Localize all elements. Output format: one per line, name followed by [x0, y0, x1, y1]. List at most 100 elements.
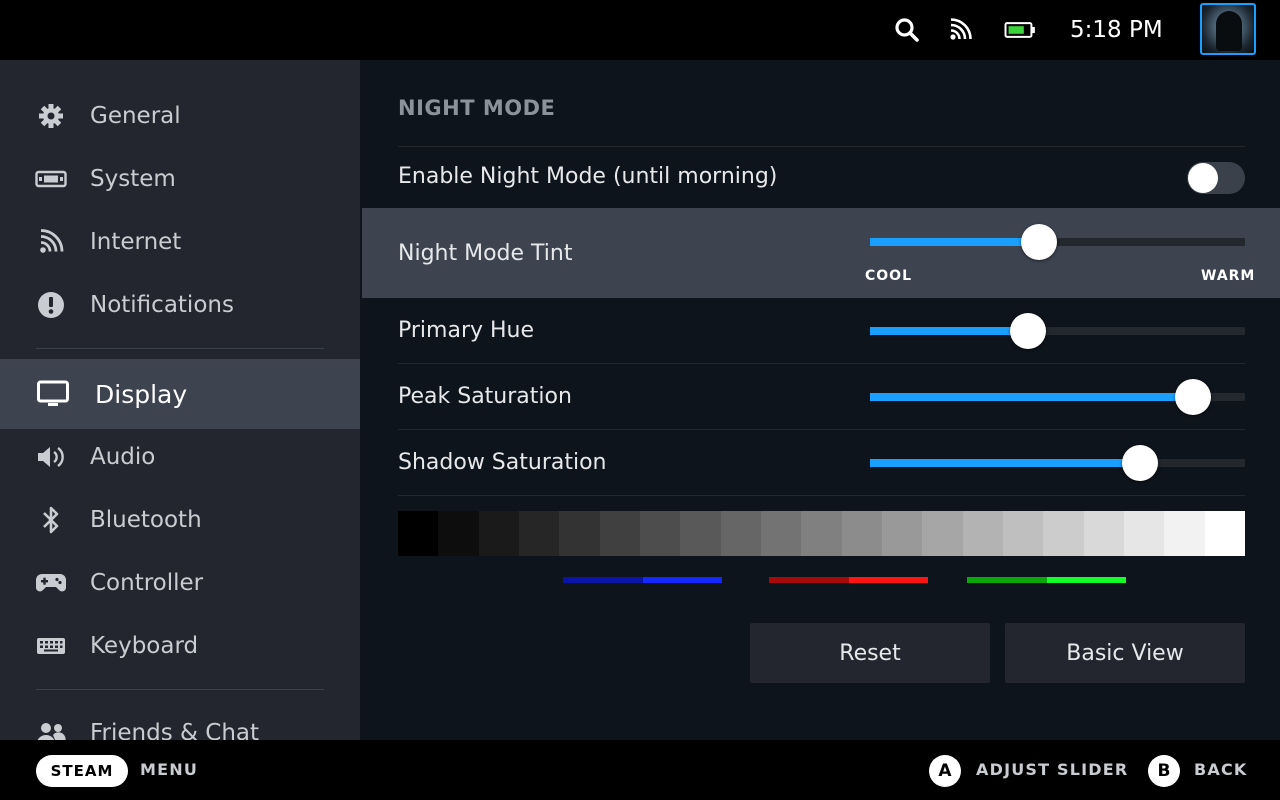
sidebar-item-label: Display — [95, 379, 188, 409]
gray-step — [881, 511, 923, 556]
wifi-icon — [944, 14, 976, 46]
bluetooth-icon — [34, 503, 68, 537]
tint-warm-label: WARM — [1201, 268, 1256, 284]
gray-step — [720, 511, 761, 556]
status-bar: 5:18 PM — [0, 0, 1280, 60]
sidebar-item-label: Controller — [90, 569, 204, 596]
gray-step — [962, 511, 1003, 556]
menu-hint-label: MENU — [140, 760, 199, 779]
sidebar-divider — [36, 689, 324, 690]
basic-view-button[interactable]: Basic View — [1005, 623, 1245, 683]
blue-test-bar — [563, 577, 722, 583]
gray-step — [922, 511, 963, 556]
slider-fill — [870, 238, 1039, 246]
settings-sidebar: General System Internet Notifications Di… — [0, 60, 360, 740]
gray-step — [518, 511, 560, 556]
sidebar-item-label: Bluetooth — [90, 506, 202, 533]
sidebar-item-friends-chat[interactable]: Friends & Chat — [0, 701, 360, 740]
sidebar-item-label: Friends & Chat — [90, 719, 260, 741]
slider-thumb[interactable] — [1020, 224, 1057, 260]
friends-icon — [34, 716, 68, 740]
enable-night-mode-toggle[interactable] — [1187, 162, 1245, 194]
grayscale-test-ramp — [398, 511, 1245, 556]
gray-step — [760, 511, 802, 556]
section-title: NIGHT MODE — [398, 96, 556, 120]
gray-step — [1123, 511, 1165, 556]
enable-night-mode-label: Enable Night Mode (until morning) — [398, 164, 778, 189]
divider — [398, 429, 1245, 430]
tint-cool-label: COOL — [865, 268, 912, 284]
green-bright-swatch — [1046, 577, 1126, 583]
adjust-slider-hint: ADJUST SLIDER — [976, 760, 1129, 779]
gray-step — [680, 511, 721, 556]
gear-icon — [34, 99, 68, 133]
a-button-glyph: A — [929, 755, 961, 787]
sidebar-item-label: Internet — [90, 228, 182, 255]
bottom-hint-bar: STEAM MENU A ADJUST SLIDER B BACK — [0, 740, 1280, 800]
sidebar-divider — [36, 348, 324, 349]
slider-thumb[interactable] — [1009, 313, 1046, 349]
slider-fill — [870, 327, 1028, 335]
speaker-icon — [34, 440, 68, 474]
avatar[interactable] — [1200, 3, 1256, 55]
sidebar-item-bluetooth[interactable]: Bluetooth — [0, 488, 360, 551]
sidebar-item-label: Audio — [90, 443, 156, 470]
display-settings-panel: NIGHT MODE Enable Night Mode (until morn… — [360, 60, 1280, 740]
gray-step — [841, 511, 882, 556]
divider — [398, 495, 1245, 496]
toggle-knob — [1188, 163, 1218, 193]
shadow-saturation-label: Shadow Saturation — [398, 450, 607, 475]
slider-fill — [870, 393, 1193, 401]
slider-thumb[interactable] — [1122, 445, 1158, 481]
sidebar-item-label: Notifications — [90, 291, 234, 318]
divider — [398, 146, 1245, 147]
slider-fill — [870, 459, 1140, 467]
keyboard-icon — [34, 629, 68, 663]
gray-step — [1164, 511, 1205, 556]
red-test-bar — [769, 577, 928, 583]
gray-step — [438, 511, 479, 556]
gray-step — [559, 511, 600, 556]
back-hint[interactable]: BACK — [1194, 760, 1248, 779]
sidebar-item-notifications[interactable]: Notifications — [0, 273, 360, 336]
sidebar-item-label: System — [90, 165, 176, 192]
search-icon[interactable] — [891, 14, 923, 46]
green-test-bar — [967, 577, 1126, 583]
sidebar-item-label: General — [90, 102, 181, 129]
primary-hue-slider[interactable] — [870, 313, 1245, 349]
gray-step — [801, 511, 842, 556]
sidebar-item-system[interactable]: System — [0, 147, 360, 210]
sidebar-item-controller[interactable]: Controller — [0, 551, 360, 614]
blue-dark-swatch — [563, 577, 643, 583]
clock: 5:18 PM — [1070, 17, 1163, 43]
blue-bright-swatch — [642, 577, 722, 583]
night-mode-tint-label: Night Mode Tint — [398, 241, 573, 266]
gray-step — [1204, 511, 1245, 556]
gray-step — [478, 511, 519, 556]
b-button-glyph: B — [1148, 755, 1180, 787]
gray-step — [1043, 511, 1084, 556]
sidebar-item-keyboard[interactable]: Keyboard — [0, 614, 360, 677]
night-mode-tint-slider[interactable] — [870, 224, 1245, 260]
gray-step — [398, 511, 439, 556]
sidebar-item-label: Keyboard — [90, 632, 199, 659]
alert-icon — [34, 288, 68, 322]
gray-step — [1002, 511, 1044, 556]
red-bright-swatch — [848, 577, 928, 583]
green-dark-swatch — [967, 577, 1047, 583]
steam-button[interactable]: STEAM — [36, 755, 128, 787]
peak-saturation-slider[interactable] — [870, 379, 1245, 415]
gray-step — [599, 511, 640, 556]
sidebar-item-general[interactable]: General — [0, 84, 360, 147]
reset-button[interactable]: Reset — [750, 623, 990, 683]
sidebar-item-internet[interactable]: Internet — [0, 210, 360, 273]
wifi-icon — [34, 225, 68, 259]
slider-thumb[interactable] — [1174, 379, 1211, 415]
shadow-saturation-slider[interactable] — [870, 445, 1245, 481]
sidebar-item-audio[interactable]: Audio — [0, 425, 360, 488]
gamepad-icon — [34, 566, 68, 600]
primary-hue-label: Primary Hue — [398, 318, 535, 343]
system-icon — [34, 162, 68, 196]
red-dark-swatch — [769, 577, 849, 583]
sidebar-item-display[interactable]: Display — [0, 359, 360, 429]
